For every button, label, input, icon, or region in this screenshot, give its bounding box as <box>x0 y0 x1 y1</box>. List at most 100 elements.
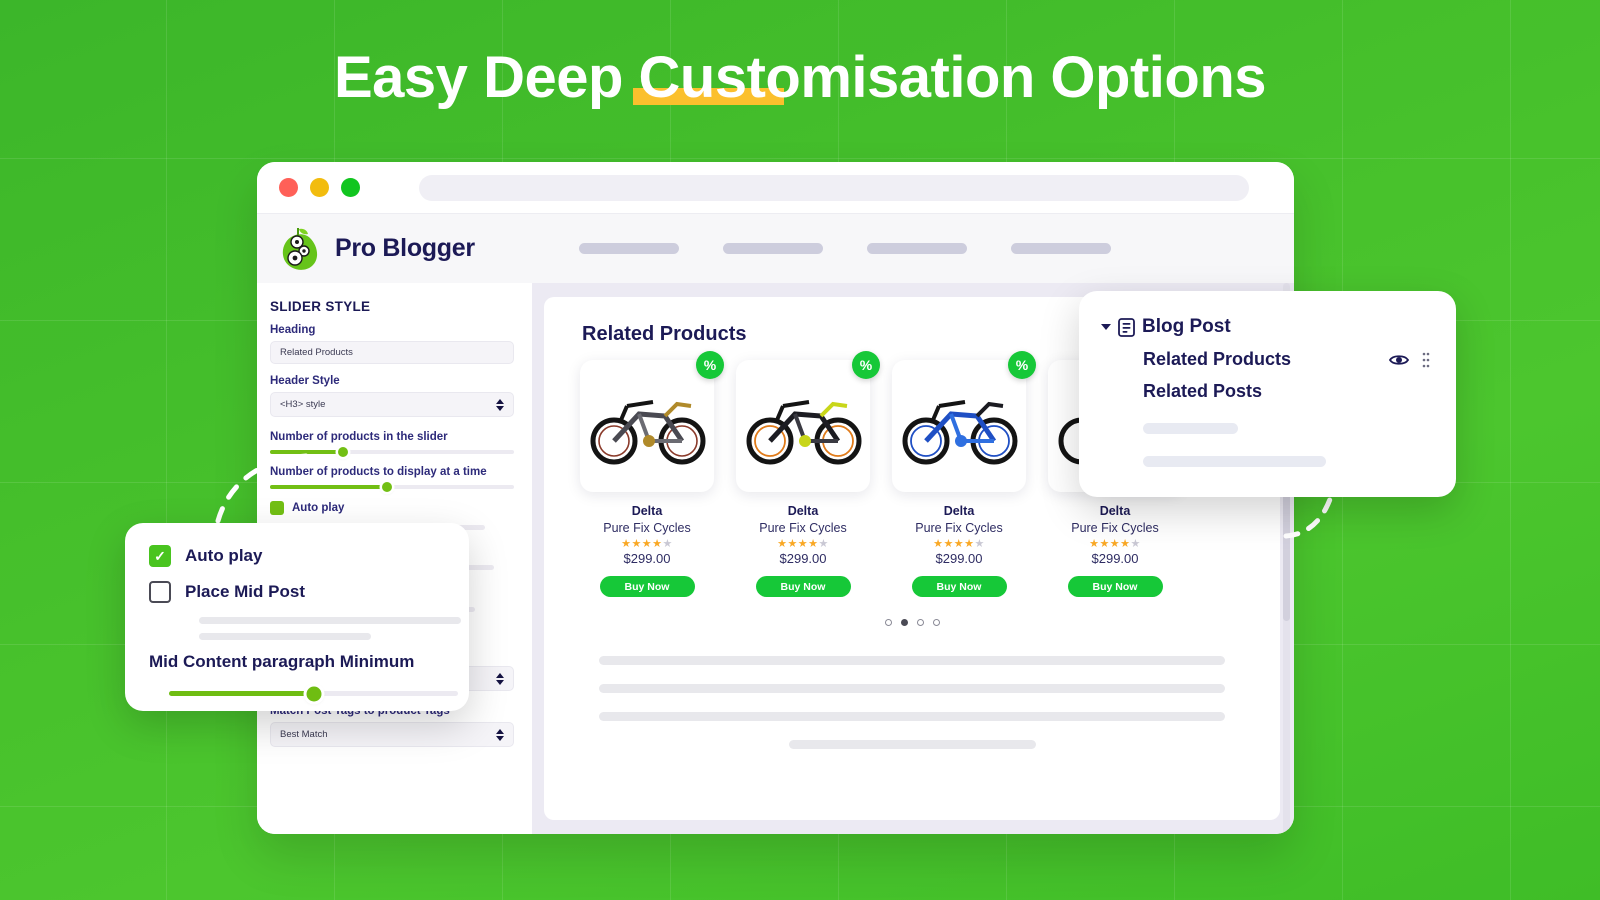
product-name: Delta <box>1099 504 1131 518</box>
nav-pill-2[interactable] <box>722 243 823 254</box>
product-card[interactable]: % Delta Pure Fix Cycles ★★★★★ $299.00 Bu… <box>580 351 724 597</box>
product-card[interactable]: % Delta Pure Fix Cycles ★★★★★ $299.00 Bu… <box>736 351 880 597</box>
blog-post-item-related-posts[interactable]: Related Posts <box>1101 381 1430 402</box>
pear-gears-logo-icon <box>282 227 318 270</box>
blog-post-item-label: Related Products <box>1143 349 1292 369</box>
slider-products-count-label: Number of products in the slider <box>270 431 448 443</box>
blog-post-title: Blog Post <box>1142 316 1231 337</box>
brand[interactable]: Pro Blogger <box>280 226 475 272</box>
slider-display-count-track[interactable] <box>270 482 514 492</box>
buy-now-button[interactable]: Buy Now <box>599 576 695 597</box>
brand-name: Pro Blogger <box>335 234 475 262</box>
headline-before: Easy <box>333 45 484 110</box>
autoplay-checkbox-checked[interactable]: ✓ <box>149 545 171 567</box>
blog-post-item-label: Related Posts <box>1143 381 1263 401</box>
place-mid-post-label: Place Mid Post <box>185 582 305 601</box>
headline-highlighted: Deep Customisation <box>483 45 1035 110</box>
content-line-1 <box>599 656 1225 665</box>
slider-display-count-label: Number of products to display at a time <box>270 466 487 478</box>
product-rating: ★★★★★ <box>1089 538 1141 550</box>
nav-pill-1[interactable] <box>578 243 679 254</box>
bicycle-icon <box>590 400 706 465</box>
app-header: Pro Blogger <box>257 213 1294 283</box>
autoplay-row[interactable]: ✓ Auto play <box>149 545 445 567</box>
blog-post-ghost-1 <box>1143 423 1238 434</box>
match-tags-select[interactable]: Best Match <box>270 722 514 747</box>
browser-window: Pro Blogger SLIDER STYLE Heading Related… <box>257 162 1294 834</box>
product-brand: Pure Fix Cycles <box>915 521 1003 535</box>
autoplay-checkbox[interactable] <box>270 501 284 515</box>
product-rating: ★★★★★ <box>621 538 673 550</box>
slider-products-count: Number of products in the slider <box>270 431 514 457</box>
autoplay-label: Auto play <box>292 502 345 514</box>
page-title: Easy Deep Customisation Options <box>0 44 1600 111</box>
place-mid-post-checkbox[interactable] <box>149 581 171 603</box>
product-price: $299.00 <box>935 551 983 566</box>
content-placeholder <box>574 656 1250 749</box>
drag-handle-icon[interactable] <box>1422 352 1430 368</box>
carousel-dot-3[interactable] <box>916 619 924 626</box>
product-thumbnail <box>892 360 1026 492</box>
close-window-button[interactable] <box>279 178 298 197</box>
discount-badge: % <box>696 351 724 379</box>
autoplay-settings-card: ✓ Auto play Place Mid Post Mid Content p… <box>125 523 469 711</box>
product-brand: Pure Fix Cycles <box>759 521 847 535</box>
content-line-short <box>788 740 1036 749</box>
blog-post-header[interactable]: Blog Post <box>1101 316 1430 338</box>
mid-content-slider-label: Mid Content paragraph Minimum <box>149 652 415 671</box>
carousel-pagination <box>574 619 1250 626</box>
address-bar[interactable] <box>419 174 1249 201</box>
document-icon <box>1118 317 1135 337</box>
product-thumbnail <box>580 360 714 492</box>
slider-display-count: Number of products to display at a time <box>270 466 514 492</box>
product-name: Delta <box>631 504 663 518</box>
header-style-field-label: Header Style <box>270 375 340 387</box>
top-nav <box>578 243 1111 254</box>
buy-now-button[interactable]: Buy Now <box>755 576 851 597</box>
place-mid-post-row[interactable]: Place Mid Post <box>149 581 445 603</box>
discount-badge: % <box>852 351 880 379</box>
blog-post-item-actions <box>1389 352 1430 368</box>
carousel-dot-2[interactable] <box>900 619 908 626</box>
buy-now-button[interactable]: Buy Now <box>911 576 1007 597</box>
product-name: Delta <box>943 504 975 518</box>
content-line-2 <box>599 684 1225 693</box>
autoplay-checkbox-row[interactable]: Auto play <box>270 501 514 515</box>
buy-now-button[interactable]: Buy Now <box>1067 576 1163 597</box>
nav-pill-4[interactable] <box>1010 243 1111 254</box>
carousel-dot-4[interactable] <box>932 619 940 626</box>
nav-pill-3[interactable] <box>866 243 967 254</box>
headline-after: Options <box>1034 45 1267 110</box>
autoplay-card-ghost-1 <box>199 617 461 624</box>
product-brand: Pure Fix Cycles <box>1071 521 1159 535</box>
traffic-lights <box>279 178 360 197</box>
maximize-window-button[interactable] <box>341 178 360 197</box>
chevron-updown-icon <box>496 672 504 685</box>
bicycle-icon <box>902 400 1018 465</box>
eye-icon[interactable] <box>1389 353 1409 367</box>
minimize-window-button[interactable] <box>310 178 329 197</box>
product-price: $299.00 <box>623 551 671 566</box>
product-thumbnail <box>736 360 870 492</box>
content-line-3 <box>599 712 1225 721</box>
heading-field-label: Heading <box>270 324 316 336</box>
product-card[interactable]: % Delta Pure Fix Cycles ★★★★★ $299.00 Bu… <box>892 351 1036 597</box>
header-style-value: <H3> style <box>280 399 326 410</box>
product-name: Delta <box>787 504 819 518</box>
blog-post-structure-card: Blog Post Related Products Related Posts <box>1079 291 1456 497</box>
product-price: $299.00 <box>1091 551 1139 566</box>
slider-products-count-track[interactable] <box>270 447 514 457</box>
product-rating: ★★★★★ <box>933 538 985 550</box>
autoplay-card-ghost-2 <box>199 633 371 640</box>
chevron-updown-icon <box>496 728 504 741</box>
product-rating: ★★★★★ <box>777 538 829 550</box>
blog-post-item-related-products[interactable]: Related Products <box>1101 349 1430 370</box>
heading-input[interactable]: Related Products <box>270 341 514 364</box>
carousel-dot-1[interactable] <box>884 619 892 626</box>
header-style-select[interactable]: <H3> style <box>270 392 514 417</box>
sidebar-section-title: SLIDER STYLE <box>270 299 371 314</box>
mid-content-slider-track[interactable] <box>169 686 458 701</box>
bicycle-icon <box>746 400 862 465</box>
chevron-down-icon[interactable] <box>1101 324 1111 330</box>
chevron-updown-icon <box>496 398 504 411</box>
